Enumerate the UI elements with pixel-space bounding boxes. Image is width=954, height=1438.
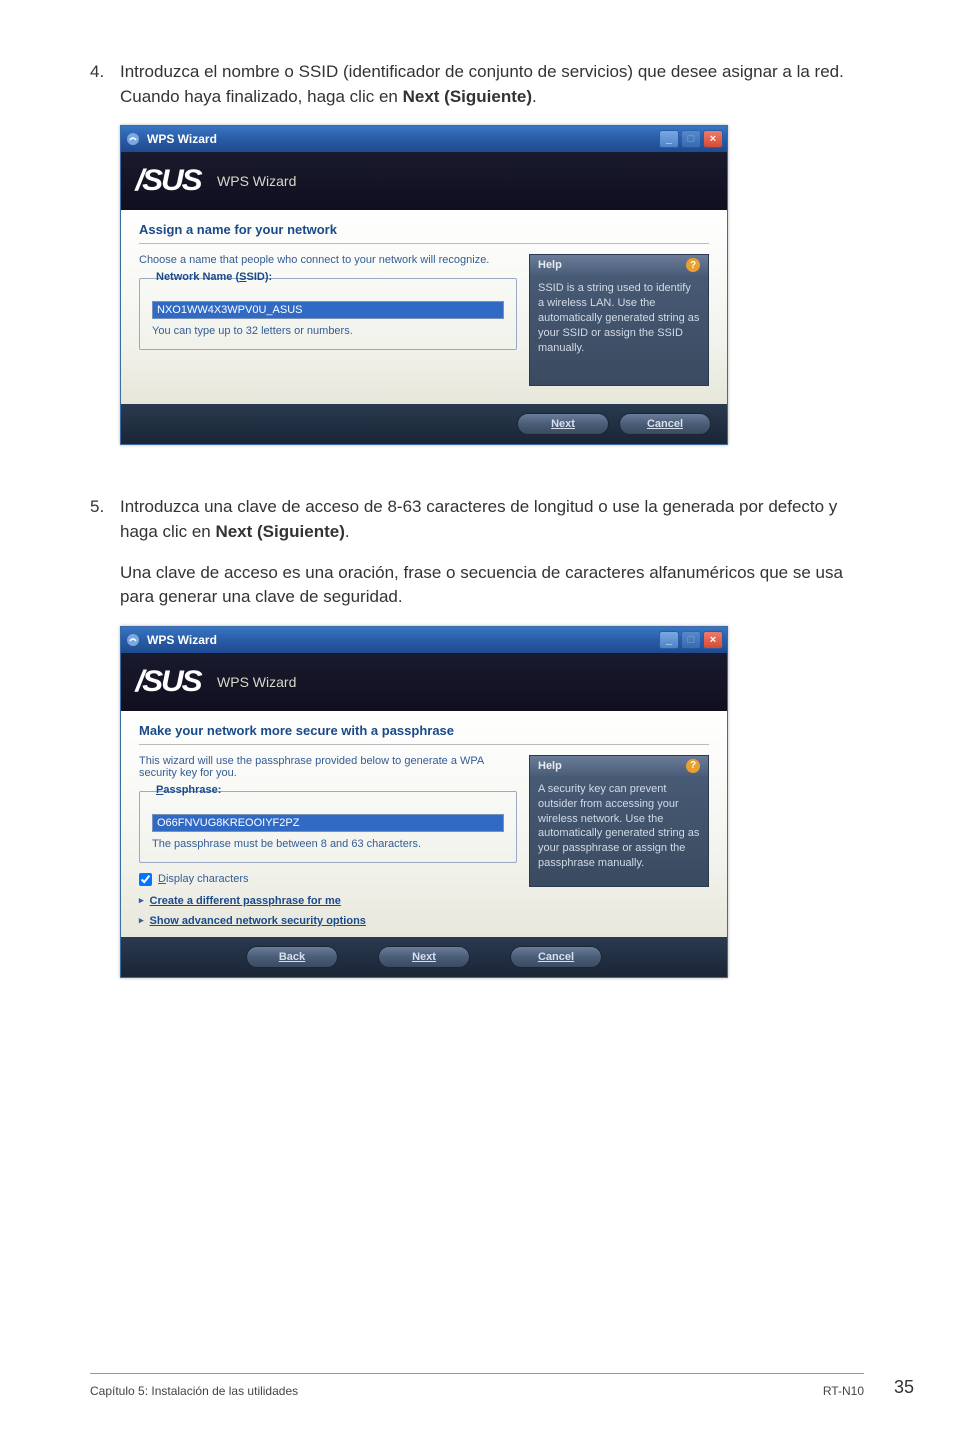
help-title: Help [538, 760, 562, 772]
step-text: Introduzca el nombre o SSID (identificad… [120, 60, 864, 109]
next-button[interactable]: Next [517, 413, 609, 435]
asus-logo: /SUS [135, 665, 200, 699]
legend-pre: Network Name ( [156, 271, 239, 283]
text-bold: Next (Siguiente) [403, 87, 532, 106]
checkbox-label: Display characters [158, 873, 249, 885]
dialog1-wrap: WPS Wizard _ □ × /SUS WPS Wizard Assign … [120, 125, 864, 445]
help-title: Help [538, 259, 562, 271]
minimize-button[interactable]: _ [659, 631, 679, 649]
button-bar: Back Next Cancel [121, 937, 727, 977]
titlebar[interactable]: WPS Wizard _ □ × [121, 126, 727, 152]
passphrase-input[interactable] [152, 814, 504, 832]
text-bold: Next (Siguiente) [215, 522, 344, 541]
ssid-fieldset: Network Name (SSID): You can type up to … [139, 278, 517, 350]
dialog-body: Assign a name for your network Choose a … [121, 210, 727, 404]
ssid-legend: Network Name (SSID): [152, 271, 276, 283]
button-bar: Next Cancel [121, 404, 727, 444]
arrow-icon: ▸ [139, 915, 144, 926]
step-text: Introduzca una clave de acceso de 8-63 c… [120, 495, 864, 544]
intro-text: This wizard will use the passphrase prov… [139, 755, 517, 779]
app-icon [125, 632, 141, 648]
help-body: SSID is a string used to identify a wire… [530, 275, 708, 385]
window-controls: _ □ × [659, 130, 723, 148]
intro-text: Choose a name that people who connect to… [139, 254, 517, 266]
display-chars-checkbox[interactable] [139, 873, 152, 886]
maximize-button: □ [681, 130, 701, 148]
window-title: WPS Wizard [147, 132, 659, 146]
help-icon: ? [686, 759, 700, 773]
brand-bar: /SUS WPS Wizard [121, 152, 727, 210]
maximize-button: □ [681, 631, 701, 649]
help-panel: Help ? SSID is a string used to identify… [529, 254, 709, 386]
app-icon [125, 131, 141, 147]
close-button[interactable]: × [703, 631, 723, 649]
content-left: This wizard will use the passphrase prov… [139, 755, 517, 887]
help-header: Help ? [530, 255, 708, 275]
brand-title: WPS Wizard [217, 674, 296, 690]
content-row: Choose a name that people who connect to… [139, 254, 709, 386]
step-title: Make your network more secure with a pas… [139, 723, 709, 745]
close-button[interactable]: × [703, 130, 723, 148]
footer-left: Capítulo 5: Instalación de las utilidade… [90, 1384, 298, 1398]
cancel-button[interactable]: Cancel [619, 413, 711, 435]
arrow-icon: ▸ [139, 895, 144, 906]
footer-right: RT-N10 [823, 1384, 864, 1398]
asus-logo: /SUS [135, 164, 200, 198]
step-number: 4. [90, 60, 120, 109]
display-chars-row[interactable]: Display characters [139, 873, 517, 886]
minimize-button[interactable]: _ [659, 130, 679, 148]
cb-u: D [158, 873, 166, 885]
cb-rest: isplay characters [166, 873, 249, 885]
text-post: . [345, 522, 350, 541]
dialog-body: Make your network more secure with a pas… [121, 711, 727, 937]
brand-title: WPS Wizard [217, 173, 296, 189]
content-left: Choose a name that people who connect to… [139, 254, 517, 386]
pass-legend: Passphrase: [152, 784, 225, 796]
wps-wizard-dialog-1: WPS Wizard _ □ × /SUS WPS Wizard Assign … [120, 125, 728, 445]
step5-subtext: Una clave de acceso es una oración, fras… [120, 561, 864, 610]
next-button[interactable]: Next [378, 946, 470, 968]
instruction-4: 4. Introduzca el nombre o SSID (identifi… [90, 60, 864, 109]
help-panel: Help ? A security key can prevent outsid… [529, 755, 709, 887]
window-controls: _ □ × [659, 631, 723, 649]
advanced-security-link[interactable]: ▸ Show advanced network security options [139, 915, 709, 927]
back-button[interactable]: Back [246, 946, 338, 968]
cancel-button[interactable]: Cancel [510, 946, 602, 968]
text-post: . [532, 87, 537, 106]
legend-suf: SID): [246, 271, 272, 283]
passphrase-fieldset: Passphrase: The passphrase must be betwe… [139, 791, 517, 863]
pass-hint: The passphrase must be between 8 and 63 … [152, 838, 504, 850]
ssid-input[interactable] [152, 301, 504, 319]
wps-wizard-dialog-2: WPS Wizard _ □ × /SUS WPS Wizard Make yo… [120, 626, 728, 978]
titlebar[interactable]: WPS Wizard _ □ × [121, 627, 727, 653]
ssid-hint: You can type up to 32 letters or numbers… [152, 325, 504, 337]
content-row: This wizard will use the passphrase prov… [139, 755, 709, 887]
link-text: Show advanced network security options [150, 915, 366, 927]
help-header: Help ? [530, 756, 708, 776]
create-different-passphrase-link[interactable]: ▸ Create a different passphrase for me [139, 895, 709, 907]
link-text: Create a different passphrase for me [150, 895, 341, 907]
help-icon: ? [686, 258, 700, 272]
page-number: 35 [894, 1377, 914, 1398]
step-title: Assign a name for your network [139, 222, 709, 244]
legend-suf: assphrase: [163, 784, 221, 796]
instruction-5: 5. Introduzca una clave de acceso de 8-6… [90, 495, 864, 544]
window-title: WPS Wizard [147, 633, 659, 647]
page-footer: Capítulo 5: Instalación de las utilidade… [90, 1373, 864, 1398]
step-number: 5. [90, 495, 120, 544]
brand-bar: /SUS WPS Wizard [121, 653, 727, 711]
dialog2-wrap: WPS Wizard _ □ × /SUS WPS Wizard Make yo… [120, 626, 864, 978]
help-body: A security key can prevent outsider from… [530, 776, 708, 886]
